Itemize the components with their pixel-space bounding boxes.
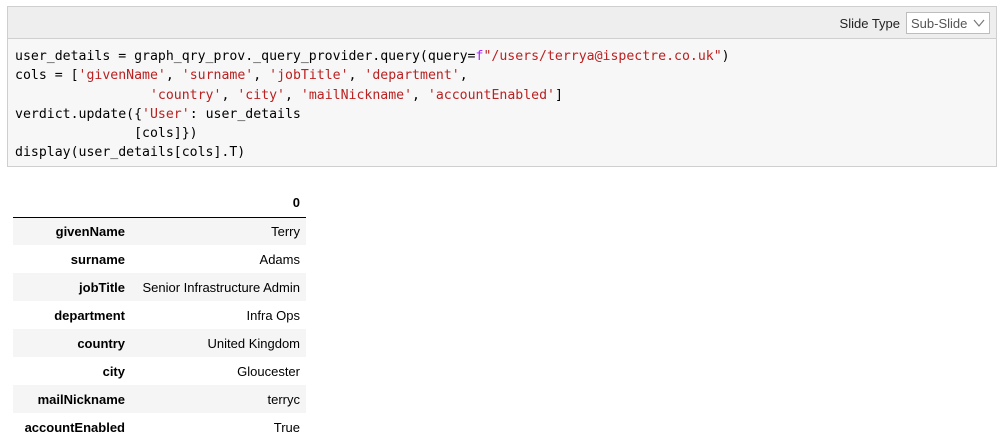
row-field: country [77,335,125,351]
cell-toolbar: Slide Type Sub-Slide [8,7,996,39]
row-field: mailNickname [37,391,125,407]
row-field: givenName [55,223,125,239]
chevron-down-icon [973,19,985,27]
table-row: accountEnabled True [13,413,306,441]
slide-type-select[interactable]: Sub-Slide [906,12,990,34]
table-row: city Gloucester [13,357,306,385]
table-row: country United Kingdom [13,329,306,357]
code-cell[interactable]: Slide Type Sub-Slide user_details = grap… [7,6,997,167]
slide-type-value: Sub-Slide [911,15,968,31]
code-line-5: [cols]}) [15,126,198,142]
row-value: True [273,419,300,435]
table-row: givenName Terry [13,217,306,245]
row-value: Gloucester [237,363,300,379]
slide-type-label: Slide Type [839,15,900,31]
row-value: terryc [267,391,301,407]
row-value: Infra Ops [246,307,300,323]
table-row: surname Adams [13,245,306,273]
row-value: Senior Infrastructure Admin [142,279,300,295]
code-editor[interactable]: user_details = graph_qry_prov._query_pro… [8,39,996,163]
row-value: United Kingdom [207,335,301,351]
column-header: 0 [131,189,306,218]
code-line-4: verdict.update({'User': user_details [15,106,301,122]
code-line-3: 'country', 'city', 'mailNickname', 'acco… [149,87,563,103]
row-value: Adams [259,251,300,267]
code-line-2: cols = ['givenName', 'surname', 'jobTitl… [15,68,468,84]
index-header [13,189,131,218]
slide-type-control: Slide Type Sub-Slide [840,12,990,34]
row-field: accountEnabled [24,419,125,435]
table-row: jobTitle Senior Infrastructure Admin [13,273,306,301]
row-field: jobTitle [79,279,125,295]
code-line-6: display(user_details[cols].T) [15,145,246,161]
row-field: surname [70,251,125,267]
row-field: department [54,307,125,323]
row-value: Terry [271,223,300,239]
code-line-1: user_details = graph_qry_prov._query_pro… [15,49,730,64]
output-dataframe: 0 givenName Terry surname Adams jobTitle… [13,189,306,441]
table-header-row: 0 [13,189,306,218]
table-row: mailNickname terryc [13,385,306,413]
table-row: department Infra Ops [13,301,306,329]
row-field: city [102,363,125,379]
